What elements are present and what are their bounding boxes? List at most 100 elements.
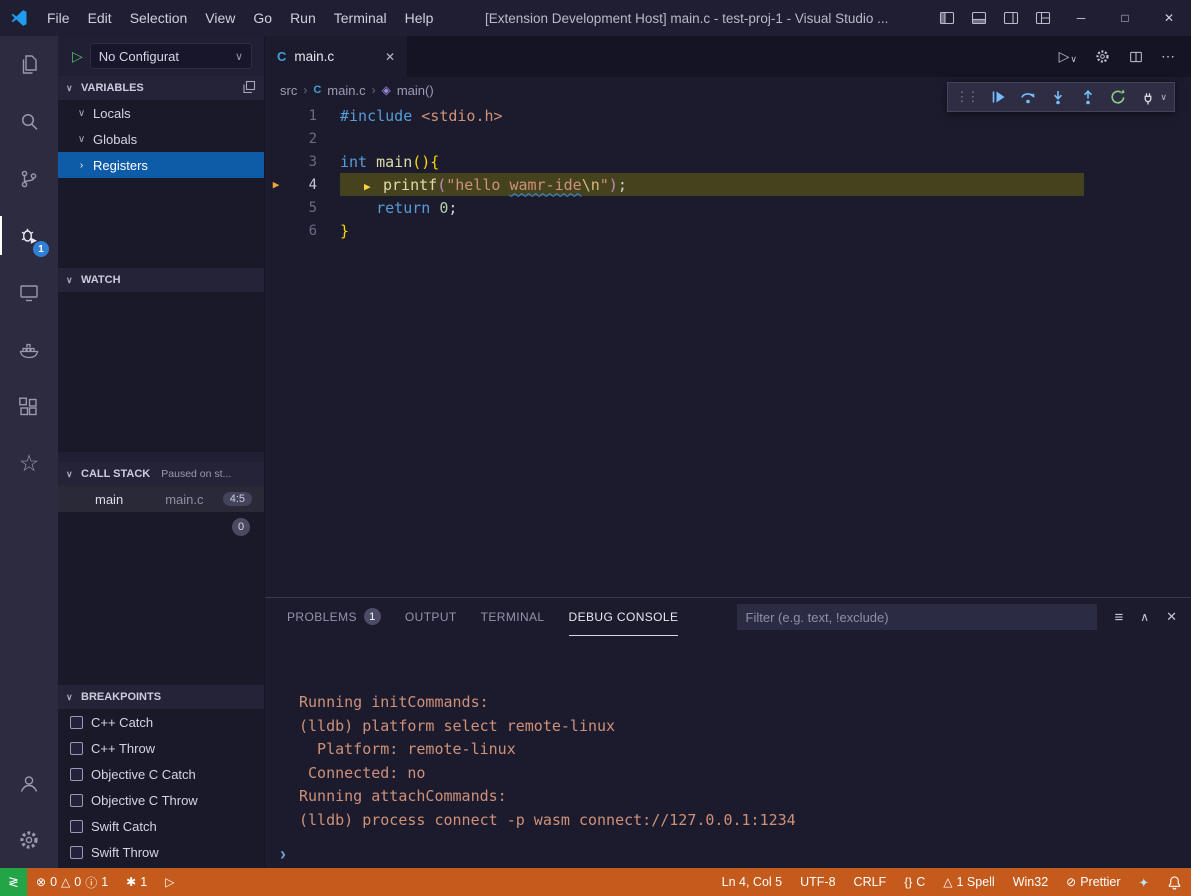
- notifications-bell-icon[interactable]: [1158, 868, 1191, 896]
- console-filter-input[interactable]: [737, 604, 1097, 630]
- encoding-indicator[interactable]: UTF-8: [791, 868, 844, 896]
- menu-help[interactable]: Help: [396, 0, 443, 36]
- minimize-button[interactable]: ─: [1059, 0, 1103, 36]
- breadcrumb-file[interactable]: main.c: [327, 83, 365, 98]
- explorer-icon[interactable]: [0, 36, 58, 93]
- eol-indicator[interactable]: CRLF: [845, 868, 896, 896]
- code-content[interactable]: return 0;: [317, 199, 457, 217]
- variables-section-header[interactable]: ∨ VARIABLES: [58, 76, 264, 100]
- tab-main-c[interactable]: C main.c ✕: [265, 36, 407, 77]
- code-editor[interactable]: 1#include <stdio.h>23int main(){▶4▶print…: [265, 103, 1191, 597]
- code-content[interactable]: }: [317, 222, 349, 240]
- toggle-secondary-sidebar-icon[interactable]: [995, 0, 1027, 36]
- variables-item-globals[interactable]: ∨ Globals: [58, 126, 264, 152]
- settings-gear-icon[interactable]: [0, 811, 58, 868]
- menu-run[interactable]: Run: [281, 0, 325, 36]
- breakpoint-item[interactable]: Objective C Throw: [58, 787, 264, 813]
- panel-tab-terminal[interactable]: TERMINAL: [481, 598, 545, 636]
- checkbox[interactable]: [70, 768, 83, 781]
- close-panel-icon[interactable]: ✕: [1166, 609, 1177, 625]
- menu-go[interactable]: Go: [244, 0, 281, 36]
- breakpoints-section-header[interactable]: ∨ BREAKPOINTS: [58, 685, 264, 709]
- split-editor-icon[interactable]: [1128, 49, 1144, 65]
- debug-status[interactable]: ▷: [156, 868, 183, 896]
- spell-checker-status[interactable]: △ 1 Spell: [934, 868, 1003, 896]
- launch-configuration-dropdown[interactable]: No Configurat ∨: [90, 43, 252, 69]
- step-into-button[interactable]: [1044, 84, 1071, 110]
- cursor-position[interactable]: Ln 4, Col 5: [713, 868, 791, 896]
- disconnect-button[interactable]: [1134, 84, 1161, 110]
- step-over-button[interactable]: [1014, 84, 1041, 110]
- menu-terminal[interactable]: Terminal: [325, 0, 396, 36]
- code-content[interactable]: int main(){: [317, 153, 439, 171]
- copy-value-icon[interactable]: [242, 80, 256, 97]
- checkbox[interactable]: [70, 742, 83, 755]
- debug-console-input[interactable]: ›: [265, 840, 1191, 868]
- breakpoint-item[interactable]: C++ Catch: [58, 709, 264, 735]
- extensions-icon[interactable]: [0, 378, 58, 435]
- maximize-button[interactable]: □: [1103, 0, 1147, 36]
- menu-file[interactable]: File: [38, 0, 79, 36]
- tool-status[interactable]: ✱ 1: [117, 868, 156, 896]
- checkbox[interactable]: [70, 820, 83, 833]
- variables-item-locals[interactable]: ∨ Locals: [58, 100, 264, 126]
- stack-frame-row[interactable]: main main.c 4:5: [58, 486, 264, 512]
- code-content[interactable]: #include <stdio.h>: [317, 107, 503, 125]
- step-out-button[interactable]: [1074, 84, 1101, 110]
- tree-label: Registers: [93, 158, 148, 173]
- close-button[interactable]: ✕: [1147, 0, 1191, 36]
- variables-item-registers[interactable]: › Registers: [58, 152, 264, 178]
- remote-indicator[interactable]: ≷: [0, 868, 27, 896]
- toggle-sidebar-icon[interactable]: [931, 0, 963, 36]
- panel-tab-output[interactable]: OUTPUT: [405, 598, 457, 636]
- console-levels-icon[interactable]: ≡: [1115, 609, 1124, 626]
- source-control-icon[interactable]: [0, 150, 58, 207]
- breakpoint-item[interactable]: Objective C Catch: [58, 761, 264, 787]
- extension-status-icon[interactable]: ✦: [1130, 868, 1158, 896]
- c-language-icon: C: [313, 84, 321, 96]
- settings-gear-icon[interactable]: [1094, 48, 1111, 65]
- menu-selection[interactable]: Selection: [121, 0, 197, 36]
- formatter-status[interactable]: ⊘ Prettier: [1057, 868, 1129, 896]
- continue-button[interactable]: [984, 84, 1011, 110]
- menu-view[interactable]: View: [196, 0, 244, 36]
- menu-edit[interactable]: Edit: [79, 0, 121, 36]
- checkbox[interactable]: [70, 846, 83, 859]
- section-sash[interactable]: [58, 452, 264, 462]
- remote-explorer-icon[interactable]: [0, 264, 58, 321]
- customize-layout-icon[interactable]: [1027, 0, 1059, 36]
- language-mode[interactable]: {} C: [895, 868, 934, 896]
- accounts-icon[interactable]: [0, 754, 58, 811]
- problems-status[interactable]: ⊗ 0 △ 0 ⓘ 1: [27, 868, 117, 896]
- warning-icon: △: [61, 875, 70, 889]
- close-tab-icon[interactable]: ✕: [385, 50, 395, 64]
- checkbox[interactable]: [70, 794, 83, 807]
- search-icon[interactable]: [0, 93, 58, 150]
- favorites-star-icon[interactable]: ☆: [0, 435, 58, 492]
- toggle-panel-icon[interactable]: [963, 0, 995, 36]
- breakpoint-gutter[interactable]: ▶: [265, 178, 287, 191]
- breadcrumb-symbol[interactable]: main(): [397, 83, 434, 98]
- platform-indicator[interactable]: Win32: [1004, 868, 1057, 896]
- run-file-icon[interactable]: ▷∨: [1059, 48, 1077, 65]
- restart-button[interactable]: [1104, 84, 1131, 110]
- start-debugging-icon[interactable]: ▷: [72, 48, 83, 65]
- drag-grip-icon[interactable]: ⋮⋮: [953, 89, 981, 105]
- panel-tab-problems[interactable]: PROBLEMS1: [287, 598, 381, 636]
- debug-console-output[interactable]: Running initCommands:(lldb) platform sel…: [265, 636, 1191, 840]
- docker-icon[interactable]: [0, 321, 58, 378]
- breadcrumb-folder[interactable]: src: [280, 83, 297, 98]
- breakpoint-item[interactable]: C++ Throw: [58, 735, 264, 761]
- checkbox[interactable]: [70, 716, 83, 729]
- chevron-down-icon[interactable]: ∨: [1160, 92, 1169, 103]
- call-stack-section-header[interactable]: ∨ CALL STACK Paused on st...: [58, 462, 264, 486]
- code-content[interactable]: ▶printf("hello wamr-ide\n");: [317, 176, 627, 194]
- run-and-debug-icon[interactable]: 1: [0, 207, 58, 264]
- breakpoint-item[interactable]: Swift Catch: [58, 813, 264, 839]
- watch-section-header[interactable]: ∨ WATCH: [58, 268, 264, 292]
- more-actions-icon[interactable]: ⋯: [1161, 48, 1175, 65]
- maximize-panel-icon[interactable]: ∧: [1140, 610, 1149, 624]
- breakpoint-item[interactable]: Swift Throw: [58, 839, 264, 865]
- panel-tab-debug-console[interactable]: DEBUG CONSOLE: [569, 598, 679, 636]
- title-bar: FileEditSelectionViewGoRunTerminalHelp […: [0, 0, 1191, 36]
